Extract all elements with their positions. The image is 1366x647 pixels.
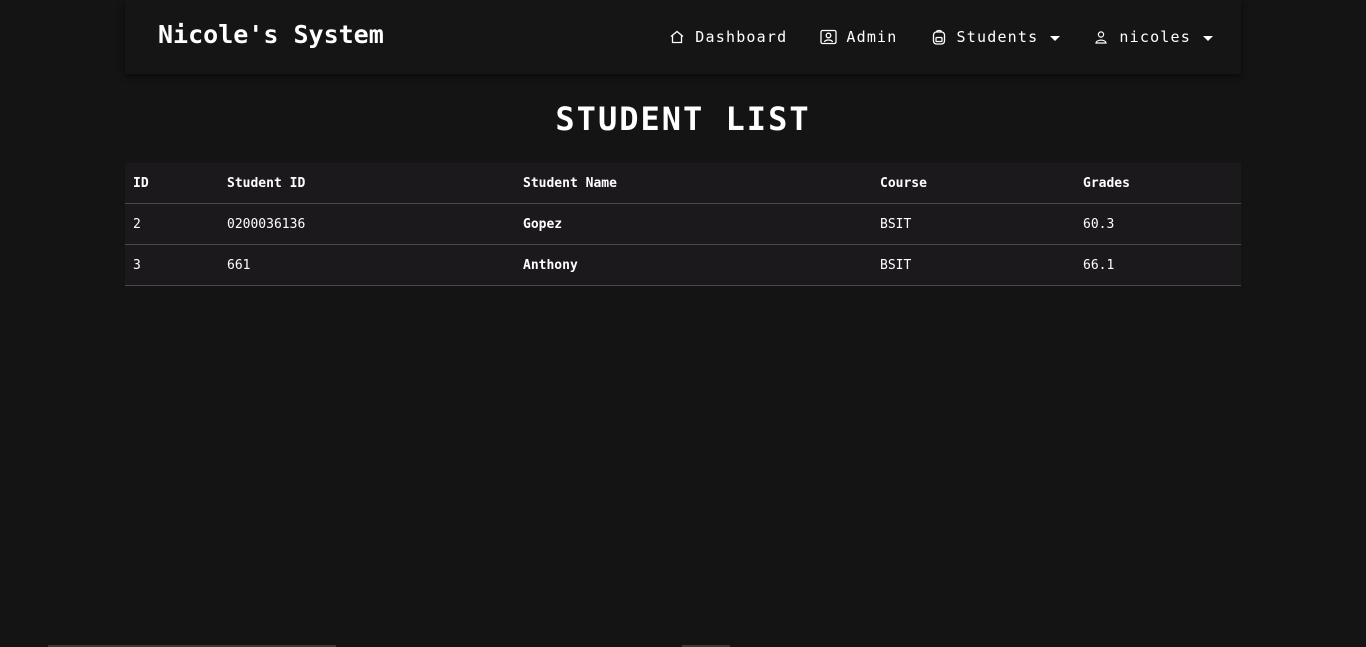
nav-dashboard-label: Dashboard	[695, 28, 788, 46]
column-header-id: ID	[125, 163, 219, 204]
cell-student-id: 661	[219, 244, 515, 286]
nav-user-dropdown[interactable]: nicoles	[1092, 28, 1213, 46]
table-row: 3 661 Anthony BSIT 66.1	[125, 244, 1241, 286]
cell-grades: 66.1	[1075, 244, 1241, 286]
cell-course: BSIT	[872, 244, 1075, 286]
nav-menu: Dashboard Admin Students nicoles	[668, 0, 1213, 74]
column-header-student-name: Student Name	[515, 163, 872, 204]
nav-dashboard-link[interactable]: Dashboard	[668, 28, 787, 46]
cell-student-name: Anthony	[515, 244, 872, 286]
admin-badge-icon	[819, 28, 837, 46]
column-header-student-id: Student ID	[219, 163, 515, 204]
cell-id: 2	[125, 203, 219, 245]
nav-admin-label: Admin	[846, 28, 898, 46]
cell-course: BSIT	[872, 203, 1075, 245]
cell-student-name: Gopez	[515, 203, 872, 245]
student-table-container: ID Student ID Student Name Course Grades…	[125, 163, 1241, 286]
table-row: 2 0200036136 Gopez BSIT 60.3	[125, 203, 1241, 245]
nav-students-label: Students	[956, 28, 1039, 46]
cell-grades: 60.3	[1075, 203, 1241, 245]
cell-student-id: 0200036136	[219, 203, 515, 245]
table-header-row: ID Student ID Student Name Course Grades	[125, 163, 1241, 204]
user-icon	[1092, 28, 1110, 46]
page-title: STUDENT LIST	[555, 100, 811, 138]
home-icon	[668, 28, 686, 46]
chevron-down-icon	[1203, 35, 1213, 41]
cell-id: 3	[125, 244, 219, 286]
chevron-down-icon	[1050, 35, 1061, 41]
column-header-grades: Grades	[1075, 163, 1241, 204]
nav-admin-link[interactable]: Admin	[819, 28, 897, 46]
column-header-course: Course	[872, 163, 1075, 204]
student-table: ID Student ID Student Name Course Grades…	[125, 163, 1241, 286]
brand-title[interactable]: Nicole's System	[158, 20, 384, 49]
backpack-icon	[930, 28, 948, 46]
top-navbar: Nicole's System Dashboard Admin Students…	[125, 0, 1241, 74]
nav-students-dropdown[interactable]: Students	[930, 28, 1061, 46]
nav-user-label: nicoles	[1119, 28, 1191, 46]
